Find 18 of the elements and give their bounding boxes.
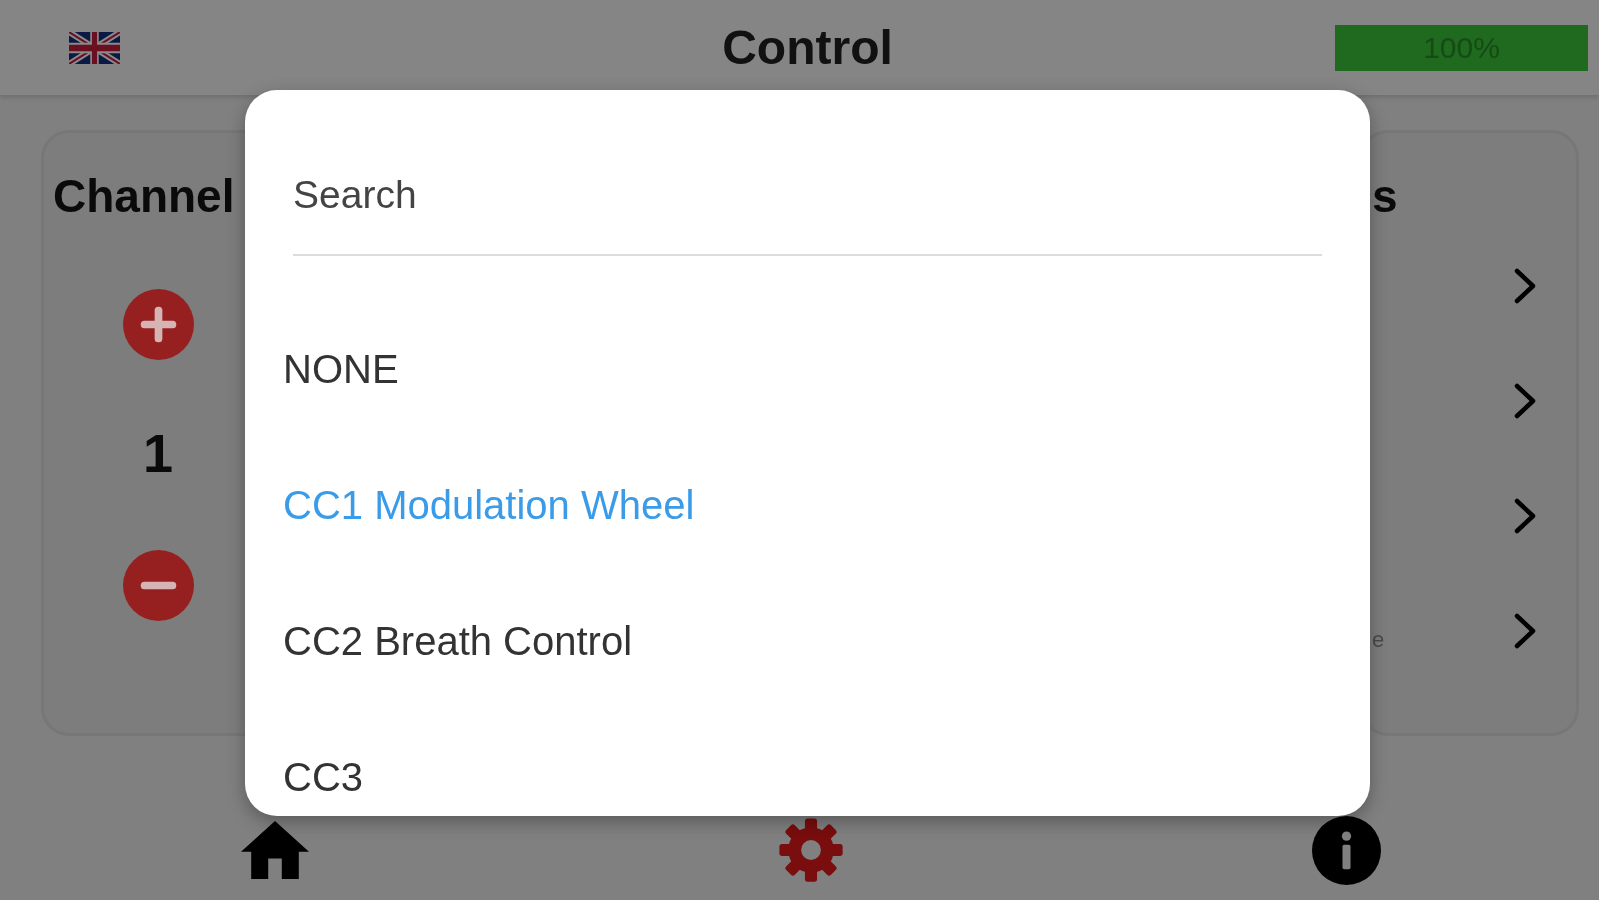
minus-circle-icon[interactable] bbox=[122, 550, 194, 621]
chevron-right-icon[interactable] bbox=[1514, 612, 1536, 649]
option-item[interactable]: CC3 bbox=[283, 747, 364, 807]
card-title: s bbox=[1372, 170, 1398, 222]
card-title: Channel bbox=[53, 170, 235, 222]
option-item[interactable]: CC2 Breath Control bbox=[283, 611, 633, 671]
option-item[interactable]: NONE bbox=[283, 339, 399, 399]
info-icon[interactable] bbox=[1312, 815, 1381, 885]
search-field[interactable]: Search bbox=[293, 166, 1322, 256]
flag-icon[interactable] bbox=[69, 31, 120, 64]
chevron-right-icon[interactable] bbox=[1514, 497, 1536, 534]
channel-number: 1 bbox=[142, 425, 173, 481]
chevron-right-icon[interactable] bbox=[1514, 382, 1536, 419]
screen-title: Control bbox=[722, 23, 893, 72]
settings-icon[interactable] bbox=[777, 817, 844, 883]
plus-circle-icon[interactable] bbox=[122, 289, 194, 360]
home-icon[interactable] bbox=[241, 821, 309, 879]
chevron-right-icon[interactable] bbox=[1514, 267, 1536, 304]
